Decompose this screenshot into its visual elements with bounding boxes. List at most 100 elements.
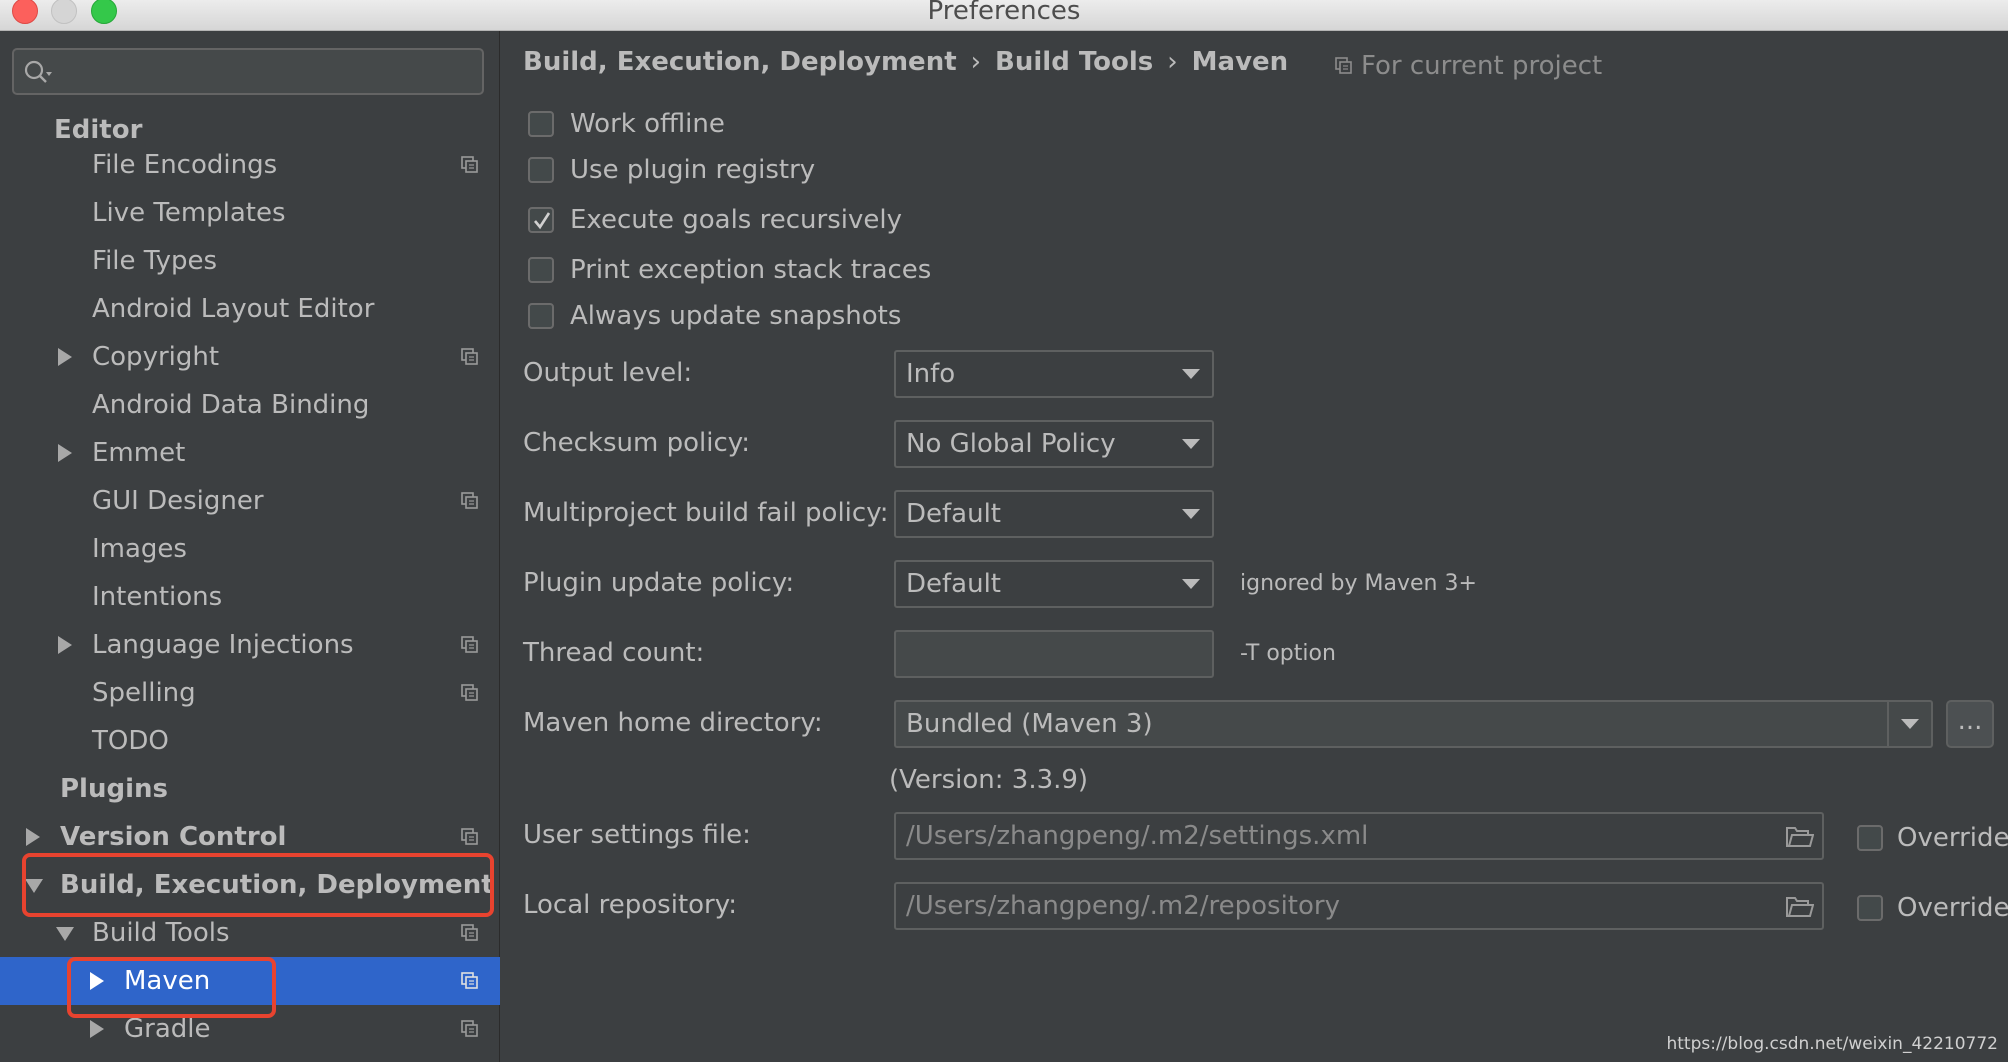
settings-search-input[interactable] bbox=[12, 48, 484, 95]
checkmark-icon bbox=[534, 212, 551, 230]
user-settings-override-checkbox[interactable]: Override bbox=[1857, 823, 2008, 853]
title-bar: Preferences bbox=[0, 0, 2008, 31]
sidebar-item-plugins[interactable]: Plugins bbox=[0, 765, 500, 813]
maven-home-value: Bundled (Maven 3) bbox=[906, 709, 1153, 739]
maven-home-select[interactable]: Bundled (Maven 3) bbox=[894, 700, 1933, 748]
chevron-down-icon bbox=[1182, 439, 1200, 449]
output-level-select[interactable]: Info bbox=[894, 350, 1214, 398]
checkbox-label: Use plugin registry bbox=[570, 155, 816, 185]
divider bbox=[1887, 702, 1889, 746]
settings-main-panel: Build, Execution, Deployment › Build Tools… bbox=[501, 31, 2008, 1062]
search-icon bbox=[24, 60, 52, 83]
checkbox-label: Always update snapshots bbox=[570, 301, 902, 331]
checkbox-label: Work offline bbox=[570, 109, 725, 139]
expand-arrow-icon[interactable] bbox=[26, 828, 40, 846]
checkbox-label: Execute goals recursively bbox=[570, 205, 902, 235]
project-scope-icon bbox=[461, 156, 478, 173]
expand-arrow-icon[interactable] bbox=[58, 348, 72, 366]
sidebar-item-language-injections[interactable]: Language Injections bbox=[0, 621, 500, 669]
local-repo-override-checkbox[interactable]: Override bbox=[1857, 893, 2008, 923]
sidebar-item-file-encodings[interactable]: File Encodings bbox=[0, 141, 500, 189]
maven-version-text: (Version: 3.3.9) bbox=[889, 765, 1089, 795]
expand-arrow-icon[interactable] bbox=[58, 444, 72, 462]
breadcrumb-item: Maven bbox=[1191, 47, 1289, 77]
chevron-down-icon bbox=[1182, 369, 1200, 379]
scope-label: For current project bbox=[1361, 51, 1603, 81]
checkbox-box[interactable] bbox=[528, 303, 554, 329]
project-scope-icon bbox=[461, 492, 478, 509]
breadcrumb-item[interactable]: Build Tools bbox=[995, 47, 1153, 77]
checkbox-box[interactable] bbox=[528, 207, 554, 233]
watermark: https://blog.csdn.net/weixin_42210772 bbox=[1666, 1034, 1998, 1054]
local-repo-input[interactable]: /Users/zhangpeng/.m2/repository bbox=[894, 882, 1824, 930]
chevron-down-icon bbox=[1182, 509, 1200, 519]
print-exception-stack-traces-checkbox[interactable]: Print exception stack traces bbox=[528, 255, 931, 285]
checksum-policy-select[interactable]: No Global Policy bbox=[894, 420, 1214, 468]
multiproject-fail-label: Multiproject build fail policy: bbox=[523, 498, 889, 528]
breadcrumb: Build, Execution, Deployment › Build Tools… bbox=[523, 47, 1288, 77]
settings-sidebar: Editor File Encodings Live Templates Fil… bbox=[0, 31, 500, 1062]
checksum-policy-value: No Global Policy bbox=[906, 429, 1116, 459]
override-label: Override bbox=[1897, 893, 2008, 923]
use-plugin-registry-checkbox[interactable]: Use plugin registry bbox=[528, 155, 815, 185]
multiproject-fail-select[interactable]: Default bbox=[894, 490, 1214, 538]
breadcrumb-separator: › bbox=[970, 47, 982, 77]
user-settings-value: /Users/zhangpeng/.m2/settings.xml bbox=[906, 821, 1369, 851]
plugin-update-select[interactable]: Default bbox=[894, 560, 1214, 608]
scope-indicator: For current project bbox=[1335, 51, 1602, 81]
expand-arrow-icon[interactable] bbox=[58, 636, 72, 654]
project-scope-icon bbox=[461, 348, 478, 365]
breadcrumb-item[interactable]: Build, Execution, Deployment bbox=[523, 47, 957, 77]
plugin-update-label: Plugin update policy: bbox=[523, 568, 795, 598]
checkbox-box[interactable] bbox=[528, 257, 554, 283]
sidebar-item-gui-designer[interactable]: GUI Designer bbox=[0, 477, 500, 525]
browse-button[interactable]: ... bbox=[1946, 700, 1994, 748]
always-update-snapshots-checkbox[interactable]: Always update snapshots bbox=[528, 301, 901, 331]
sidebar-item-intentions[interactable]: Intentions bbox=[0, 573, 500, 621]
override-label: Override bbox=[1897, 823, 2008, 853]
output-level-label: Output level: bbox=[523, 358, 693, 388]
user-settings-label: User settings file: bbox=[523, 820, 751, 850]
thread-count-label: Thread count: bbox=[523, 638, 705, 668]
sidebar-item-todo[interactable]: TODO bbox=[0, 717, 500, 765]
maven-home-label: Maven home directory: bbox=[523, 708, 823, 738]
project-scope-icon bbox=[461, 1020, 478, 1037]
sidebar-item-emmet[interactable]: Emmet bbox=[0, 429, 500, 477]
plugin-update-hint: ignored by Maven 3+ bbox=[1240, 571, 1477, 596]
checkbox-box[interactable] bbox=[1857, 825, 1883, 851]
project-scope-icon bbox=[461, 924, 478, 941]
sidebar-item-android-data-binding[interactable]: Android Data Binding bbox=[0, 381, 500, 429]
sidebar-item-spelling[interactable]: Spelling bbox=[0, 669, 500, 717]
multiproject-fail-value: Default bbox=[906, 499, 1001, 529]
thread-count-hint: -T option bbox=[1240, 641, 1336, 666]
project-scope-icon bbox=[461, 828, 478, 845]
checkbox-box[interactable] bbox=[528, 157, 554, 183]
sidebar-item-android-layout-editor[interactable]: Android Layout Editor bbox=[0, 285, 500, 333]
breadcrumb-separator: › bbox=[1167, 47, 1178, 77]
work-offline-checkbox[interactable]: Work offline bbox=[528, 109, 725, 139]
folder-icon[interactable] bbox=[1786, 826, 1814, 848]
chevron-down-icon bbox=[1182, 579, 1200, 589]
sidebar-item-live-templates[interactable]: Live Templates bbox=[0, 189, 500, 237]
project-scope-icon bbox=[461, 636, 478, 653]
output-level-value: Info bbox=[906, 359, 956, 389]
sidebar-item-file-types[interactable]: File Types bbox=[0, 237, 500, 285]
checkbox-box[interactable] bbox=[1857, 895, 1883, 921]
project-scope-icon bbox=[1335, 57, 1352, 74]
checkbox-box[interactable] bbox=[528, 111, 554, 137]
checksum-policy-label: Checksum policy: bbox=[523, 428, 751, 458]
expand-arrow-icon[interactable] bbox=[90, 1020, 104, 1038]
user-settings-input[interactable]: /Users/zhangpeng/.m2/settings.xml bbox=[894, 812, 1824, 860]
local-repo-value: /Users/zhangpeng/.m2/repository bbox=[906, 891, 1340, 921]
checkbox-label: Print exception stack traces bbox=[570, 255, 932, 285]
sidebar-item-copyright[interactable]: Copyright bbox=[0, 333, 500, 381]
annotation-highlight-build-execution bbox=[22, 853, 494, 917]
annotation-highlight-maven bbox=[67, 957, 276, 1018]
window-title: Preferences bbox=[927, 0, 1081, 26]
thread-count-input[interactable] bbox=[894, 630, 1214, 678]
collapse-arrow-icon[interactable] bbox=[56, 927, 74, 941]
folder-icon[interactable] bbox=[1786, 896, 1814, 918]
execute-goals-recursively-checkbox[interactable]: Execute goals recursively bbox=[528, 205, 902, 235]
project-scope-icon bbox=[461, 972, 478, 989]
sidebar-item-images[interactable]: Images bbox=[0, 525, 500, 573]
